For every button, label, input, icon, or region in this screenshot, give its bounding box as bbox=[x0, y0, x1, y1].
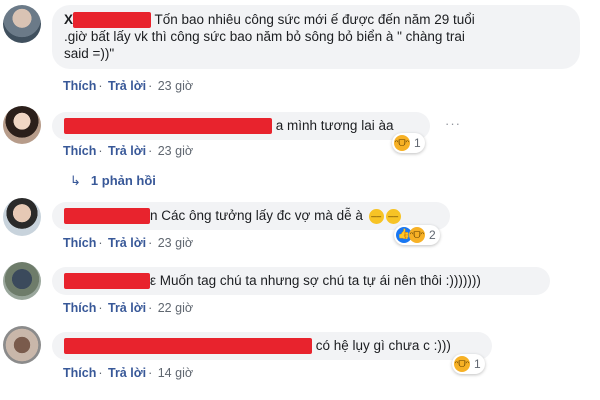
like-link[interactable]: Thích bbox=[63, 79, 96, 93]
commenter-name-prefix[interactable]: X bbox=[64, 12, 73, 27]
reply-arrow-icon: ↳ bbox=[70, 173, 81, 188]
comment-bubble: ε Muốn tag chú ta nhưng sợ chú ta tự ái … bbox=[52, 267, 550, 295]
avatar[interactable] bbox=[3, 326, 41, 364]
reaction-count: 1 bbox=[474, 357, 481, 371]
replies-count-label[interactable]: 1 phản hồi bbox=[91, 173, 156, 188]
more-options-icon[interactable]: ··· bbox=[445, 116, 461, 131]
redacted-name bbox=[64, 338, 312, 355]
comment-time[interactable]: 23 giờ bbox=[158, 79, 193, 93]
comment-actions: Thích · Trả lời · 22 giờ bbox=[63, 301, 194, 315]
comment-text: có hệ lụy gì chưa c :))) bbox=[315, 338, 451, 353]
comment-actions: Thích · Trả lời · 23 giờ bbox=[63, 144, 194, 158]
reply-link[interactable]: Trả lời bbox=[108, 144, 146, 158]
redacted-name bbox=[64, 273, 150, 290]
like-link[interactable]: Thích bbox=[63, 301, 96, 315]
reply-link[interactable]: Trả lời bbox=[108, 236, 146, 250]
reaction-count: 1 bbox=[414, 136, 421, 150]
haha-emoji-icon: ᵔᗜᵔ bbox=[409, 227, 425, 243]
unamused-emoji-icon: ‒‒ bbox=[385, 208, 401, 224]
comment-time[interactable]: 23 giờ bbox=[158, 236, 193, 250]
comment-actions: Thích · Trả lời · 23 giờ bbox=[63, 79, 194, 93]
reaction-summary[interactable]: ᵔᗜᵔ 1 bbox=[452, 354, 485, 374]
reply-link[interactable]: Trả lời bbox=[108, 366, 146, 380]
comment-text: Các ông tưởng lấy đc vợ mà dễ à bbox=[161, 208, 363, 223]
comment-actions: Thích · Trả lời · 23 giờ bbox=[63, 236, 194, 250]
comment-time[interactable]: 22 giờ bbox=[158, 301, 193, 315]
commenter-name-suffix[interactable]: ε bbox=[150, 273, 156, 288]
avatar[interactable] bbox=[3, 262, 41, 300]
reaction-summary[interactable]: 👍 ᵔᗜᵔ 2 bbox=[394, 225, 440, 245]
reaction-summary[interactable]: ᵔᗜᵔ 1 bbox=[392, 133, 425, 153]
like-link[interactable]: Thích bbox=[63, 144, 96, 158]
comment-text: Muốn tag chú ta nhưng sợ chú ta tự ái nê… bbox=[159, 273, 481, 288]
haha-emoji-icon: ᵔᗜᵔ bbox=[454, 356, 470, 372]
like-link[interactable]: Thích bbox=[63, 366, 96, 380]
avatar[interactable] bbox=[3, 5, 41, 43]
comment-bubble: n Các ông tưởng lấy đc vợ mà dễ à ‒‒ ‒‒ bbox=[52, 202, 450, 230]
comment-text: a mình tương lai àa bbox=[275, 118, 394, 133]
avatar[interactable] bbox=[3, 198, 41, 236]
unamused-emoji-icon: ‒‒ bbox=[368, 208, 384, 224]
reaction-count: 2 bbox=[429, 228, 436, 242]
commenter-name-suffix[interactable]: n bbox=[150, 208, 158, 223]
redacted-name bbox=[73, 12, 152, 29]
haha-emoji-icon: ᵔᗜᵔ bbox=[394, 135, 410, 151]
comment-bubble: có hệ lụy gì chưa c :))) bbox=[52, 332, 492, 360]
like-link[interactable]: Thích bbox=[63, 236, 96, 250]
comment-text-line: said =))" bbox=[64, 46, 115, 62]
comment-time[interactable]: 23 giờ bbox=[158, 144, 193, 158]
reply-link[interactable]: Trả lời bbox=[108, 301, 146, 315]
reply-link[interactable]: Trả lời bbox=[108, 79, 146, 93]
redacted-name bbox=[64, 118, 272, 135]
comment-actions: Thích · Trả lời · 14 giờ bbox=[63, 366, 194, 380]
view-replies-link[interactable]: ↳ 1 phản hồi bbox=[70, 173, 156, 189]
comment-time[interactable]: 14 giờ bbox=[158, 366, 193, 380]
comment-bubble: a mình tương lai àa bbox=[52, 112, 430, 140]
redacted-name bbox=[64, 208, 150, 225]
comment-text-line: .giờ bất lấy vk thì công sức bao năm bỏ … bbox=[64, 29, 465, 45]
comment-text-line: Tốn bao nhiêu công sức mới ế được đến nă… bbox=[154, 12, 475, 27]
comment-bubble: X Tốn bao nhiêu công sức mới ế được đến … bbox=[52, 5, 580, 69]
avatar[interactable] bbox=[3, 106, 41, 144]
